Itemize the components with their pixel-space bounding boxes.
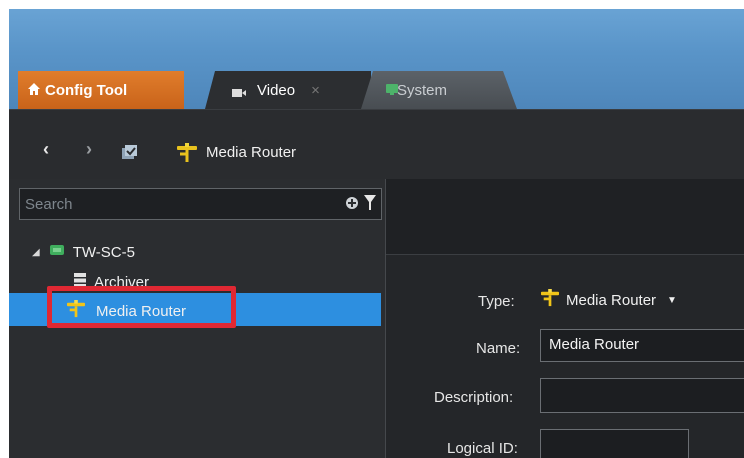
video-icon xyxy=(232,85,246,102)
add-filter-icon[interactable] xyxy=(345,196,359,215)
media-router-icon xyxy=(540,289,560,311)
dropdown-arrow-icon[interactable]: ▼ xyxy=(667,295,677,306)
name-field[interactable]: Media Router xyxy=(540,329,744,362)
monitor-icon xyxy=(385,82,399,100)
expand-icon[interactable]: ◢ xyxy=(32,247,40,258)
name-value: Media Router xyxy=(549,336,640,353)
forward-button[interactable]: › xyxy=(86,139,92,160)
tab-label: Video xyxy=(257,81,296,99)
properties-header xyxy=(386,179,744,255)
filter-icon[interactable] xyxy=(364,195,376,216)
tab-close-button[interactable]: × xyxy=(311,82,320,99)
type-selector[interactable]: Media Router ▼ xyxy=(540,289,677,311)
entity-tree-panel: Search ◢ TW-SC-5 Archiver Media Router xyxy=(9,179,386,458)
tab-label: System xyxy=(397,81,448,99)
description-field[interactable] xyxy=(540,378,744,413)
page-title: Media Router xyxy=(206,144,297,161)
tab-config-tool[interactable]: Config Tool xyxy=(18,71,184,109)
logical-id-field[interactable] xyxy=(540,429,689,458)
tab-label: Config Tool xyxy=(45,81,128,99)
app-window: Config Tool Video × System ‹ › Media Rou… xyxy=(9,9,744,458)
tab-video[interactable]: Video × xyxy=(205,71,371,109)
description-label: Description: xyxy=(434,389,514,406)
server-icon xyxy=(49,243,65,261)
search-placeholder: Search xyxy=(25,196,73,213)
search-input[interactable]: Search xyxy=(19,188,382,220)
tree-item-tw-sc-5[interactable]: ◢ TW-SC-5 xyxy=(32,243,135,261)
highlight-box xyxy=(47,286,236,328)
type-label: Type: xyxy=(478,293,515,310)
properties-panel: Type: Media Router ▼ Name: Media Router … xyxy=(386,179,744,458)
logical-id-label: Logical ID: xyxy=(447,440,518,457)
type-value: Media Router xyxy=(566,291,657,309)
home-icon xyxy=(27,82,41,100)
back-button[interactable]: ‹ xyxy=(43,139,49,160)
navigation-bar: ‹ › Media Router xyxy=(9,109,744,180)
tree-item-label: TW-SC-5 xyxy=(72,243,135,261)
tab-system[interactable]: System xyxy=(361,71,517,109)
tasks-icon[interactable] xyxy=(121,145,139,166)
name-label: Name: xyxy=(476,340,521,357)
media-router-icon xyxy=(176,143,198,168)
